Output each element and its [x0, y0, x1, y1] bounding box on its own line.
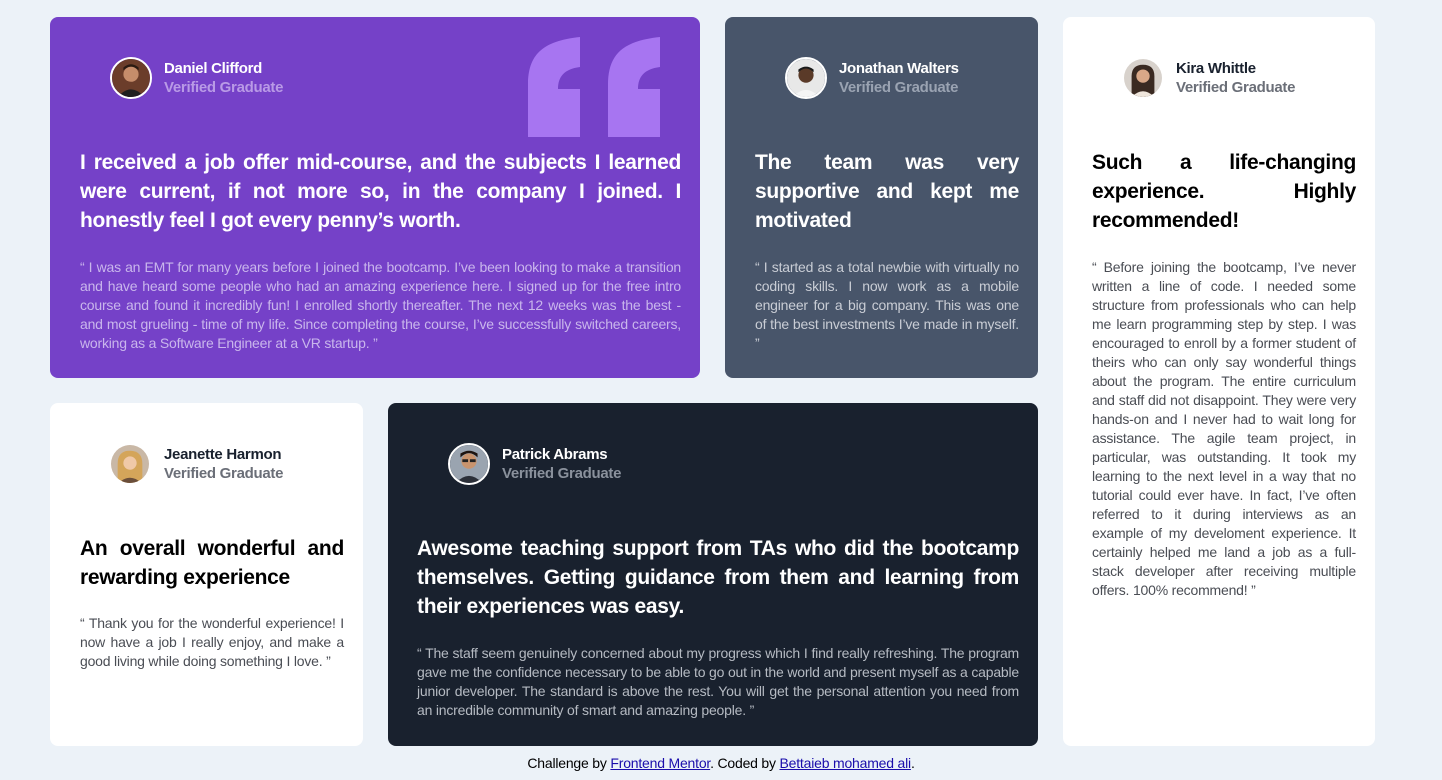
attribution: Challenge by Frontend Mentor. Coded by B… — [0, 755, 1442, 771]
author-block: Patrick Abrams Verified Graduate — [448, 443, 621, 485]
avatar — [110, 57, 152, 99]
author-role: Verified Graduate — [502, 465, 622, 482]
avatar — [448, 443, 490, 485]
testimonial-body: “ I started as a total newbie with virtu… — [755, 259, 1019, 351]
testimonial-card-daniel: Daniel Clifford Verified Graduate I rece… — [50, 17, 700, 378]
author-block: Jeanette Harmon Verified Graduate — [111, 443, 283, 485]
testimonial-body: “ I was an EMT for many years before I j… — [80, 259, 681, 351]
author-name: Kira Whittle — [1176, 60, 1256, 77]
author-name: Daniel Clifford — [164, 60, 263, 77]
author-block: Daniel Clifford Verified Graduate — [110, 57, 283, 99]
testimonial-headline: Such a life-changing experience. Highly … — [1092, 151, 1356, 232]
quotation-mark-icon — [528, 37, 660, 137]
testimonial-headline: An overall wonderful and rewarding exper… — [80, 537, 344, 589]
attribution-suffix: . — [910, 755, 915, 771]
author-link[interactable]: Bettaieb mohamed ali — [780, 755, 912, 771]
author-block: Kira Whittle Verified Graduate — [1124, 57, 1295, 99]
avatar — [111, 445, 149, 483]
author-name: Jonathan Walters — [839, 60, 959, 77]
author-role: Verified Graduate — [1176, 79, 1296, 96]
author-role: Verified Graduate — [839, 79, 959, 96]
testimonial-headline: I received a job offer mid-course, and t… — [80, 151, 681, 232]
author-name: Patrick Abrams — [502, 446, 608, 463]
testimonial-body: “ The staff seem genuinely concerned abo… — [417, 645, 1019, 718]
testimonial-body: “ Thank you for the wonderful experience… — [80, 615, 344, 669]
attribution-prefix: Challenge by — [527, 755, 611, 771]
avatar — [1124, 59, 1162, 97]
attribution-middle: . Coded by — [710, 755, 780, 771]
author-block: Jonathan Walters Verified Graduate — [785, 57, 959, 99]
testimonial-card-patrick: Patrick Abrams Verified Graduate Awesome… — [388, 403, 1038, 746]
testimonial-card-kira: Kira Whittle Verified Graduate Such a li… — [1063, 17, 1375, 746]
author-role: Verified Graduate — [164, 79, 284, 96]
author-name: Jeanette Harmon — [164, 446, 282, 463]
testimonial-body: “ Before joining the bootcamp, I’ve neve… — [1092, 259, 1356, 598]
author-role: Verified Graduate — [164, 465, 284, 482]
avatar — [785, 57, 827, 99]
testimonial-headline: Awesome teaching support from TAs who di… — [417, 537, 1019, 618]
testimonial-headline: The team was very supportive and kept me… — [755, 151, 1019, 232]
testimonial-card-jonathan: Jonathan Walters Verified Graduate The t… — [725, 17, 1038, 378]
frontend-mentor-link[interactable]: Frontend Mentor — [610, 755, 710, 771]
testimonial-card-jeanette: Jeanette Harmon Verified Graduate An ove… — [50, 403, 363, 746]
